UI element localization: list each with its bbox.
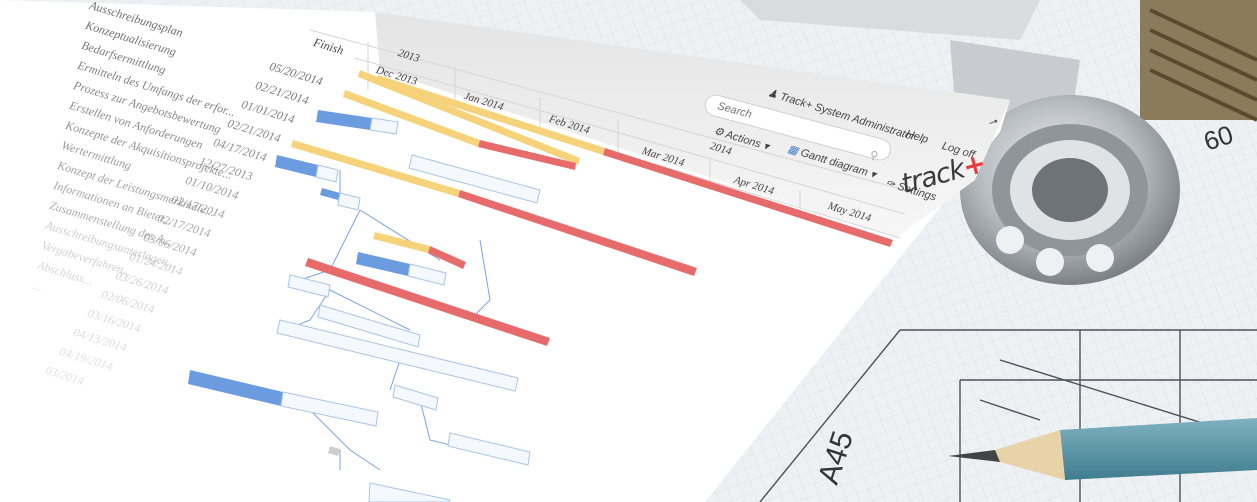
screenshot-stage: 60 A45 Ausschreibungsplan Konzeptualisie… [0, 0, 1257, 502]
